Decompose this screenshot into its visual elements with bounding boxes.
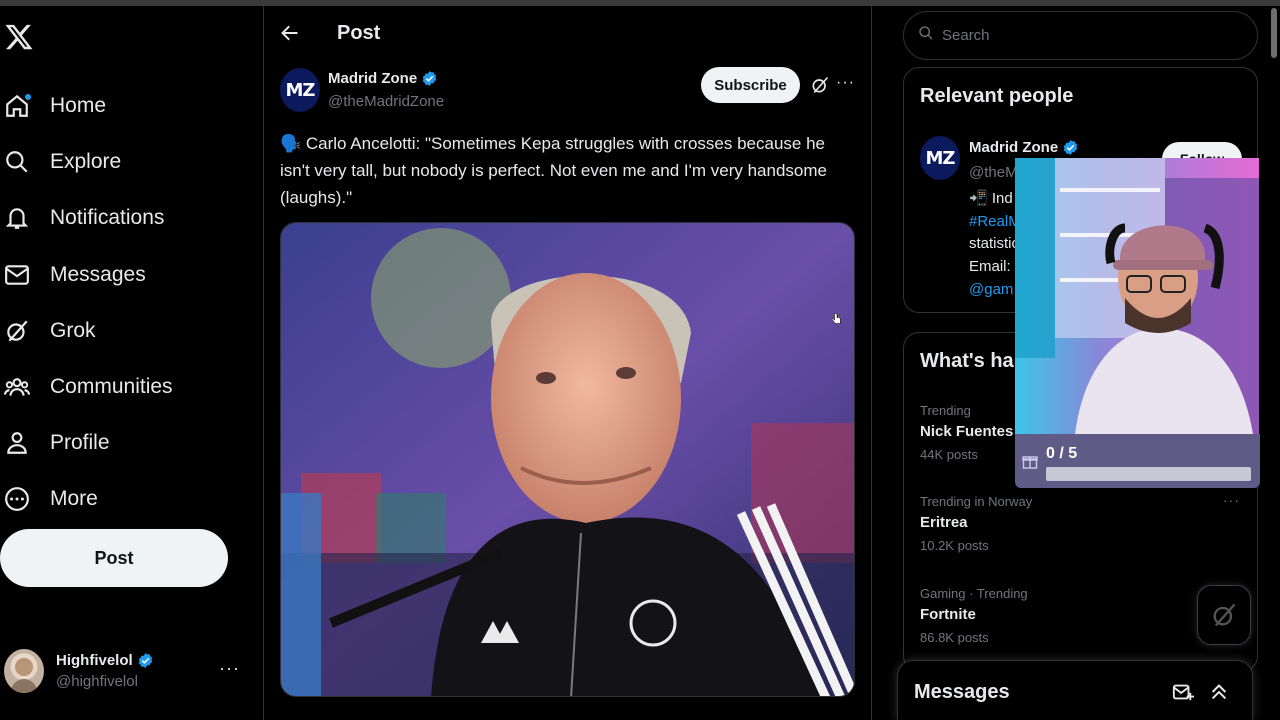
post-text: 🗣️ Carlo Ancelotti: "Sometimes Kepa stru…	[280, 134, 827, 207]
left-sidebar: Home Explore Notifications Messages Grok	[0, 6, 264, 720]
post-header: Post	[264, 6, 871, 62]
nav-label-grok: Grok	[50, 318, 96, 342]
relevant-handle[interactable]: @theM	[969, 164, 1018, 181]
search-input[interactable]	[942, 27, 1222, 44]
trend-item[interactable]: Trending in Norway Eritrea 10.2K posts ·…	[920, 492, 1250, 553]
user-avatar	[4, 649, 44, 693]
relevant-name[interactable]: Madrid Zone	[969, 139, 1058, 156]
nav-label-profile: Profile	[50, 431, 110, 455]
nav-label-explore: Explore	[50, 150, 122, 174]
mail-icon	[4, 262, 30, 288]
goal-progress-bar	[1046, 467, 1251, 481]
main-column: Post MZ Madrid Zone @theMadridZone Subsc…	[264, 6, 872, 720]
page-title: Post	[337, 22, 381, 44]
author-handle[interactable]: @theMadridZone	[328, 93, 444, 110]
nav-item-more[interactable]: More	[0, 471, 260, 527]
account-switcher[interactable]: Highfivelol @highfivelol ···	[4, 646, 248, 696]
expand-chevrons-icon[interactable]	[1208, 681, 1230, 703]
trend-more-icon[interactable]: ···	[1223, 492, 1240, 508]
grok-icon	[4, 318, 30, 344]
post-image[interactable]	[280, 222, 855, 697]
author-name[interactable]: Madrid Zone	[328, 70, 417, 87]
nav-item-home[interactable]: Home	[0, 78, 260, 134]
trend-context: Trending in Norway	[920, 494, 1033, 509]
post-button[interactable]: Post	[0, 529, 228, 587]
nav-label-messages: Messages	[50, 262, 146, 286]
author-avatar[interactable]: MZ	[280, 68, 320, 112]
nav-item-messages[interactable]: Messages	[0, 247, 260, 303]
grok-icon	[1213, 603, 1236, 627]
whats-happening-title: What's ha	[920, 350, 1014, 372]
more-circle-icon	[4, 486, 30, 512]
relevant-avatar[interactable]: MZ	[920, 136, 960, 180]
goal-counter-overlay: 0 / 5	[1015, 434, 1260, 488]
relevant-people-title: Relevant people	[920, 85, 1074, 107]
nav-list: Home Explore Notifications Messages Grok	[0, 78, 260, 528]
account-more-icon[interactable]: ···	[219, 658, 240, 679]
verified-badge-icon	[138, 653, 152, 668]
nav-label-communities: Communities	[50, 375, 173, 399]
trend-name: Eritrea	[920, 514, 968, 531]
nav-item-communities[interactable]: Communities	[0, 359, 260, 415]
messages-drawer[interactable]: Messages	[897, 660, 1253, 720]
search-icon	[4, 149, 30, 175]
search-icon	[918, 25, 934, 46]
scrollbar[interactable]	[1270, 8, 1278, 718]
goal-counter-value: 0 / 5	[1046, 445, 1078, 462]
account-name: Highfivelol	[56, 652, 133, 669]
webcam-overlay	[1015, 158, 1259, 434]
back-arrow-icon[interactable]	[280, 23, 300, 43]
nav-label-notifications: Notifications	[50, 206, 165, 230]
search-bar[interactable]	[903, 11, 1258, 60]
scrollbar-thumb[interactable]	[1271, 8, 1277, 58]
post-more-icon[interactable]: ···	[836, 74, 855, 92]
people-icon	[4, 374, 30, 400]
nav-label-more: More	[50, 487, 98, 511]
subscribe-button[interactable]: Subscribe	[701, 67, 800, 103]
nav-item-notifications[interactable]: Notifications	[0, 190, 260, 246]
verified-badge-icon	[422, 71, 437, 86]
person-icon	[4, 430, 30, 456]
messages-drawer-title: Messages	[914, 681, 1010, 703]
verified-badge-icon	[1063, 140, 1078, 155]
new-message-icon[interactable]	[1172, 681, 1194, 703]
gift-icon	[1022, 453, 1038, 469]
home-icon	[4, 93, 32, 119]
grok-icon[interactable]	[810, 75, 830, 95]
trend-count: 10.2K posts	[920, 538, 989, 553]
nav-item-grok[interactable]: Grok	[0, 303, 260, 359]
mouse-cursor-icon	[831, 312, 842, 328]
notification-dot	[24, 93, 32, 102]
grok-floating-button[interactable]	[1197, 585, 1251, 645]
bell-icon	[4, 205, 30, 231]
nav-item-explore[interactable]: Explore	[0, 134, 260, 190]
account-handle: @highfivelol	[56, 673, 138, 690]
nav-item-profile[interactable]: Profile	[0, 415, 260, 471]
x-logo-icon[interactable]	[4, 22, 34, 52]
post-author: MZ Madrid Zone @theMadridZone Subscribe …	[280, 66, 860, 118]
nav-label-home: Home	[50, 94, 107, 118]
